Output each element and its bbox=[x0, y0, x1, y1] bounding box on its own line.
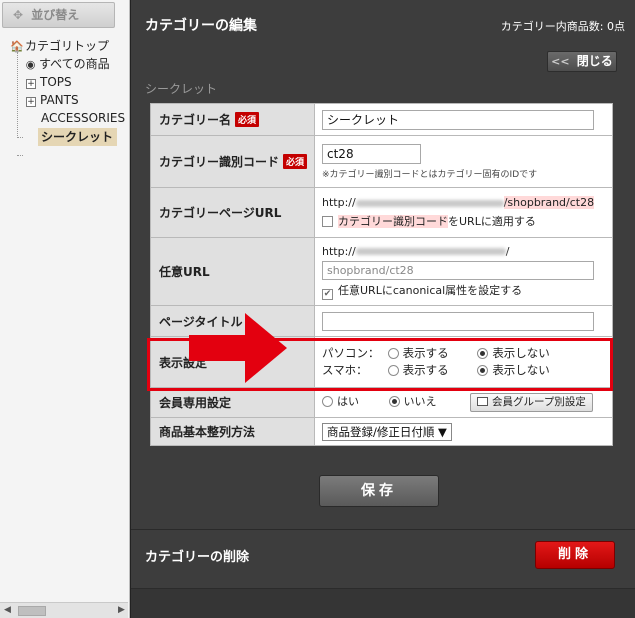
canonical-label: 任意URLにcanonical属性を設定する bbox=[338, 283, 523, 297]
custom-url-input[interactable]: shopbrand/ct28 bbox=[322, 260, 594, 280]
expand-icon[interactable]: + bbox=[26, 97, 36, 107]
member-group-label: 会員グループ別設定 bbox=[492, 396, 586, 408]
category-form: カテゴリー名 必須 シークレット カテゴリー識別コード 必須 ct28 ※カテゴリー… bbox=[150, 103, 613, 446]
canonical-option[interactable]: ✔ 任意URLにcanonical属性を設定する bbox=[322, 283, 606, 300]
code-label: カテゴリー識別コード bbox=[159, 155, 280, 169]
tree-node-label: ACCESSORIES bbox=[41, 111, 126, 125]
tree-node-label: TOPS bbox=[40, 75, 72, 89]
url-path: /shopbrand/ct28 bbox=[503, 196, 595, 209]
page-title: カテゴリーの編集 bbox=[145, 18, 257, 34]
field-value: http:// /shopbrand/ct28 カテゴリー識別コードをURLに適用… bbox=[314, 187, 613, 238]
name-label: カテゴリー名 bbox=[159, 113, 232, 127]
blurred-domain bbox=[355, 199, 504, 207]
close-button-label: 閉じる bbox=[576, 54, 613, 68]
tree-node-secret[interactable]: シークレット bbox=[38, 128, 118, 146]
field-value: 商品登録/修正日付順 ▼ bbox=[314, 417, 613, 446]
url-prefix: http:// bbox=[322, 244, 356, 258]
field-label: カテゴリー名 必須 bbox=[150, 103, 315, 136]
save-button[interactable]: 保存 bbox=[319, 475, 439, 507]
tree-node-all[interactable]: ◉ すべての商品 bbox=[24, 56, 110, 73]
page-title-input[interactable] bbox=[322, 311, 594, 331]
tree-node-label: シークレット bbox=[41, 130, 114, 144]
tree-node-root[interactable]: 🏠カテゴリトップ bbox=[10, 38, 109, 55]
field-label: カテゴリー識別コード 必須 bbox=[150, 135, 315, 188]
scrollbar-thumb[interactable] bbox=[18, 606, 46, 616]
field-value: http:// / shopbrand/ct28 ✔ 任意URLにcanonical… bbox=[314, 237, 613, 306]
double-chevron-left-icon: << bbox=[551, 55, 570, 68]
sort-button-label: 並び替え bbox=[31, 8, 80, 22]
category-edit-panel: カテゴリーの編集 カテゴリー内商品数: 0点 << 閉じる シークレット カテゴ… bbox=[130, 0, 635, 618]
member-yes-option[interactable]: はい bbox=[322, 395, 359, 408]
canonical-checkbox[interactable]: ✔ bbox=[322, 288, 333, 300]
apply-code-checkbox[interactable] bbox=[322, 216, 333, 227]
form-row-sort: 商品基本整列方法 商品登録/修正日付順 ▼ bbox=[150, 417, 613, 446]
item-count: カテゴリー内商品数: 0点 bbox=[500, 20, 625, 33]
window-icon bbox=[477, 397, 488, 406]
expand-icon[interactable]: + bbox=[26, 79, 36, 89]
category-name-input[interactable]: シークレット bbox=[322, 109, 594, 130]
sort-select[interactable]: 商品登録/修正日付順 ▼ bbox=[322, 422, 452, 441]
tree-node-tops[interactable]: + TOPS bbox=[26, 74, 72, 90]
field-value: シークレット bbox=[314, 103, 613, 136]
category-page-url: http:// /shopbrand/ct28 bbox=[322, 195, 606, 211]
tree-node-label: カテゴリトップ bbox=[25, 39, 110, 53]
form-row-code: カテゴリー識別コード 必須 ct28 ※カテゴリー識別コードとはカテゴリー固有のI… bbox=[150, 135, 613, 188]
tree-node-label: すべての商品 bbox=[39, 57, 110, 71]
blurred-domain bbox=[355, 248, 506, 255]
url-prefix: http:// bbox=[322, 196, 356, 209]
category-name-heading: シークレット bbox=[145, 82, 218, 96]
url-suffix: / bbox=[505, 244, 510, 258]
apply-code-option[interactable]: カテゴリー識別コードをURLに適用する bbox=[322, 214, 606, 230]
home-icon: 🏠 bbox=[10, 40, 24, 53]
form-row-name: カテゴリー名 必須 シークレット bbox=[150, 103, 613, 136]
form-row-page-url: カテゴリーページURL http:// /shopbrand/ct28 カテゴリー… bbox=[150, 187, 613, 238]
required-badge: 必須 bbox=[235, 112, 260, 127]
field-value: はい いいえ 会員グループ別設定 bbox=[314, 387, 613, 418]
category-code-input[interactable]: ct28 bbox=[322, 143, 421, 164]
checkbox-label-highlight: カテゴリー識別コード bbox=[338, 215, 448, 228]
close-button[interactable]: << 閉じる bbox=[547, 51, 617, 72]
option-label: はい bbox=[337, 395, 359, 408]
member-yes-radio[interactable] bbox=[322, 396, 333, 407]
scroll-right-icon[interactable]: ▶ bbox=[118, 605, 125, 615]
tree-node-accessories[interactable]: ACCESSORIES bbox=[41, 110, 125, 126]
member-group-button[interactable]: 会員グループ別設定 bbox=[470, 393, 593, 412]
member-no-option[interactable]: いいえ bbox=[388, 395, 437, 408]
sort-button[interactable]: ✥ 並び替え bbox=[2, 2, 115, 28]
tree-line bbox=[17, 52, 18, 138]
target-icon: ◉ bbox=[25, 58, 36, 71]
category-tree-panel: ✥ 並び替え 🏠カテゴリトップ ◉ すべての商品 + TOPS + PANTS ACC… bbox=[0, 0, 130, 618]
delete-button[interactable]: 削除 bbox=[535, 541, 615, 569]
form-row-custom-url: 任意URL http:// / shopbrand/ct28 ✔ 任意URLにcan… bbox=[150, 237, 613, 306]
custom-url-base: http:// / bbox=[322, 244, 606, 260]
bottom-bar bbox=[131, 588, 635, 618]
delete-section-title: カテゴリーの削除 bbox=[145, 550, 250, 565]
horizontal-scrollbar[interactable]: ◀ ▶ bbox=[0, 602, 128, 618]
required-badge: 必須 bbox=[283, 154, 308, 169]
code-note: ※カテゴリー識別コードとはカテゴリー固有のIDです bbox=[322, 169, 538, 180]
field-label: 任意URL bbox=[150, 237, 315, 306]
tree-line bbox=[17, 155, 23, 156]
move-icon: ✥ bbox=[13, 8, 24, 22]
member-no-radio[interactable] bbox=[388, 396, 400, 407]
scroll-left-icon[interactable]: ◀ bbox=[4, 605, 11, 615]
divider bbox=[131, 529, 635, 530]
field-value: ct28 ※カテゴリー識別コードとはカテゴリー固有のIDです bbox=[314, 135, 613, 188]
tree-node-label: PANTS bbox=[40, 93, 79, 107]
red-arrow-icon bbox=[189, 313, 287, 383]
checkbox-label: をURLに適用する bbox=[448, 215, 536, 228]
option-label: いいえ bbox=[403, 395, 437, 408]
form-row-member: 会員専用設定 はい いいえ 会員グループ別設定 bbox=[150, 387, 613, 418]
field-label: 商品基本整列方法 bbox=[150, 417, 315, 446]
field-label: 会員専用設定 bbox=[150, 387, 315, 418]
field-value bbox=[314, 305, 613, 337]
field-label: カテゴリーページURL bbox=[150, 187, 315, 238]
tree-line bbox=[17, 137, 23, 138]
tree-node-pants[interactable]: + PANTS bbox=[26, 92, 79, 108]
